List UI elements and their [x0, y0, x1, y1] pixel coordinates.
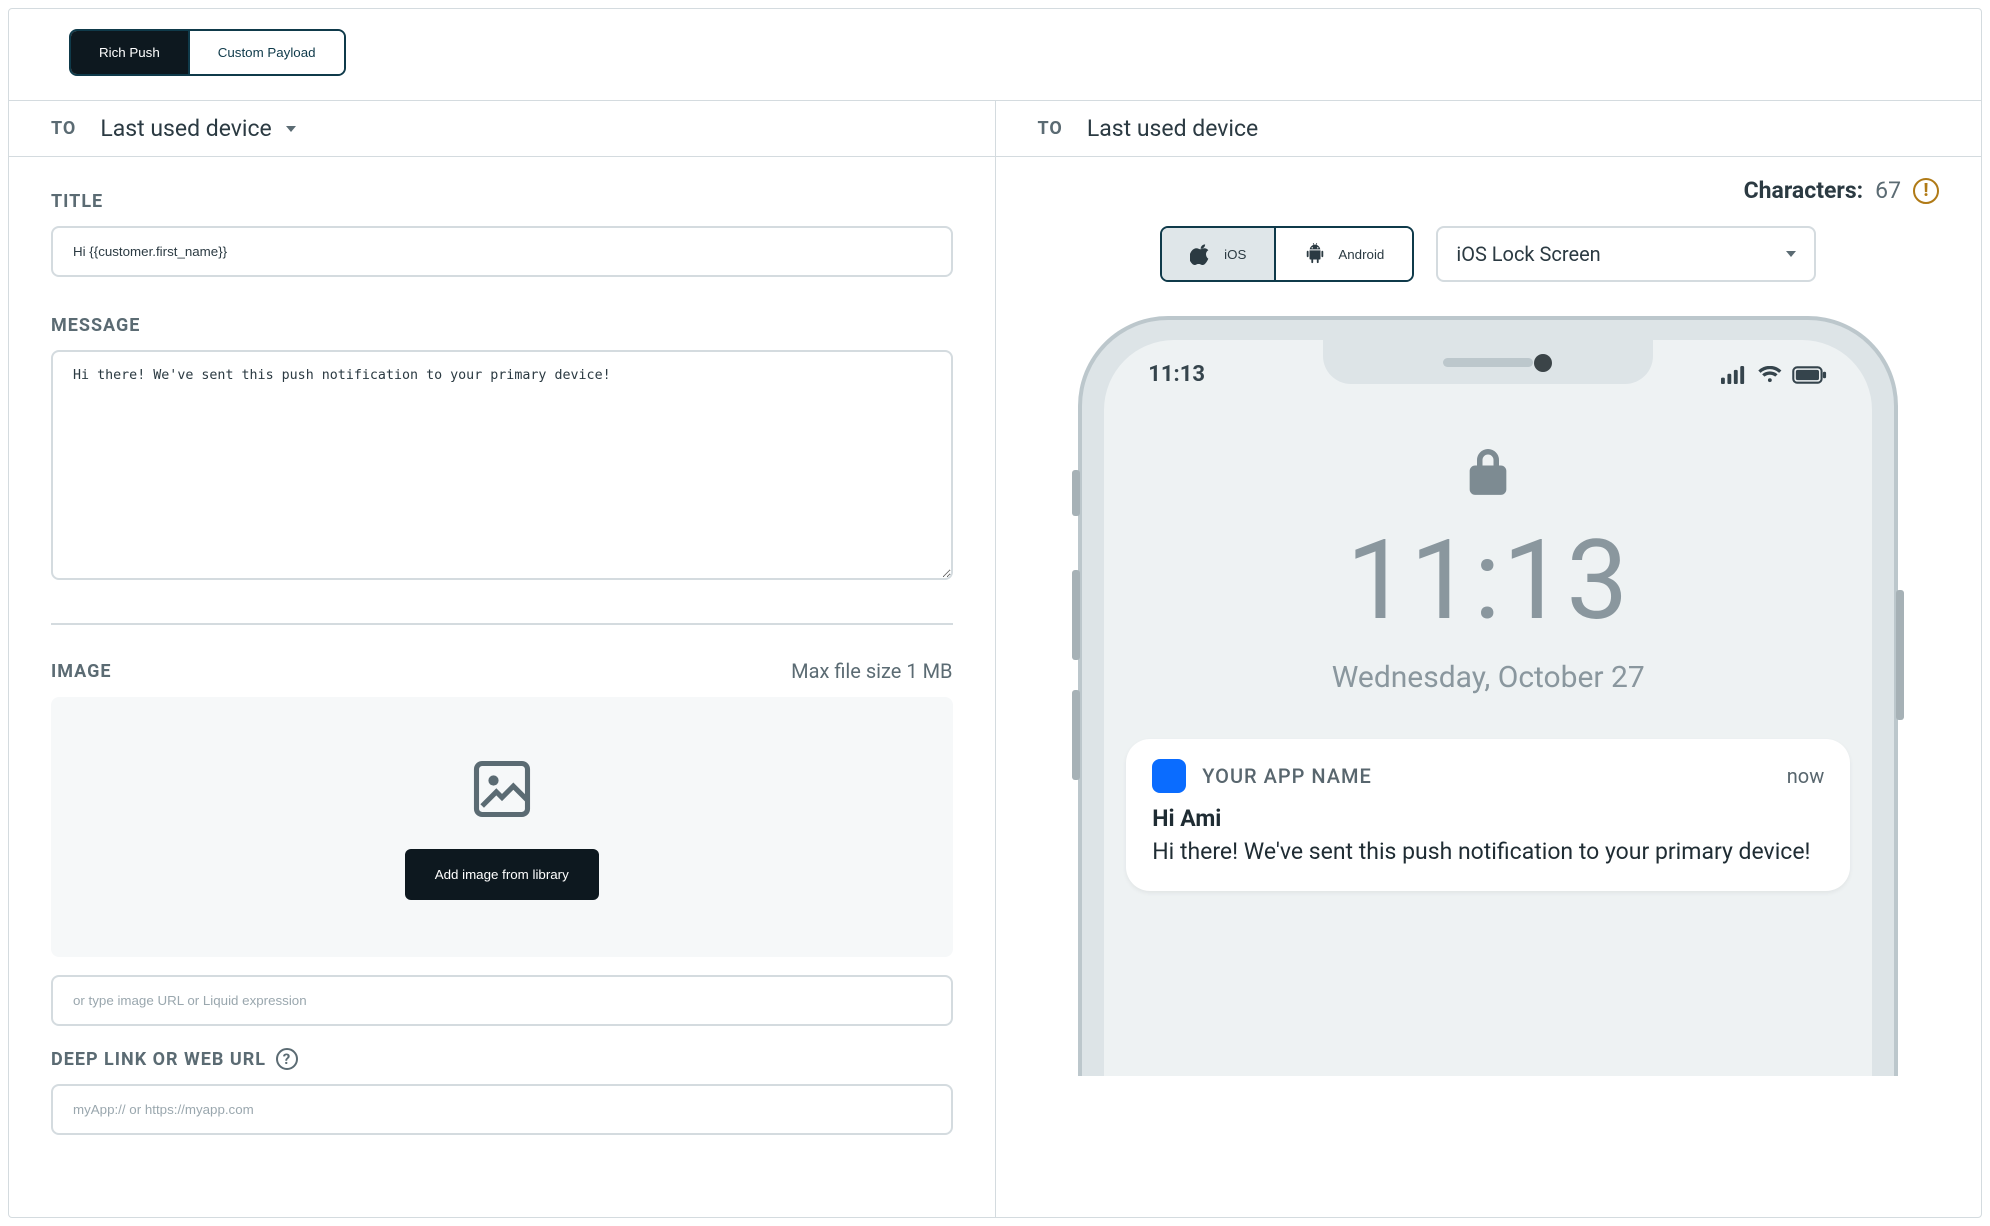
warning-icon: !: [1913, 178, 1939, 204]
to-preview-label: TO: [1038, 118, 1063, 139]
status-time: 11:13: [1148, 362, 1205, 387]
notification-title: Hi Ami: [1152, 805, 1824, 832]
apple-icon: [1190, 243, 1212, 265]
image-icon: [468, 755, 536, 823]
add-image-button[interactable]: Add image from library: [405, 849, 599, 900]
push-composer: Rich Push Custom Payload TO Last used de…: [8, 8, 1982, 1218]
tab-rich-push[interactable]: Rich Push: [71, 31, 188, 74]
chevron-down-icon: [1786, 251, 1796, 257]
platform-ios[interactable]: iOS: [1162, 228, 1274, 280]
wifi-icon: [1757, 366, 1783, 384]
image-url-input[interactable]: [51, 975, 953, 1026]
lock-icon: [1466, 445, 1510, 497]
title-input[interactable]: [51, 226, 953, 277]
notification-message: Hi there! We've sent this push notificat…: [1152, 836, 1824, 867]
preview-pane: Characters: 67 ! iOS: [996, 157, 1982, 1217]
to-device-select[interactable]: Last used device: [100, 115, 295, 142]
lock-date: Wednesday, October 27: [1104, 660, 1872, 695]
lock-screen: 11:13 Wednesday, October 27: [1104, 445, 1872, 695]
image-dropzone[interactable]: Add image from library: [51, 697, 953, 957]
phone-screen: 11:13: [1104, 340, 1872, 1076]
notification-time: now: [1787, 764, 1824, 788]
deeplink-input[interactable]: [51, 1084, 953, 1135]
to-device-value: Last used device: [100, 115, 271, 142]
phone-camera: [1534, 354, 1552, 372]
lock-time: 11:13: [1104, 526, 1872, 636]
app-icon: [1152, 759, 1186, 793]
message-textarea[interactable]: [51, 350, 953, 580]
help-icon[interactable]: ?: [276, 1048, 298, 1070]
composer-body: TITLE MESSAGE IMAGE Max file size 1 MB: [9, 157, 1981, 1217]
to-preview-value: Last used device: [1087, 115, 1258, 142]
title-label: TITLE: [51, 191, 953, 212]
preview-view-value: iOS Lock Screen: [1456, 242, 1600, 266]
tab-custom-payload[interactable]: Custom Payload: [188, 31, 344, 74]
deeplink-label: DEEP LINK OR WEB URL: [51, 1049, 266, 1070]
platform-toggle: iOS Android: [1160, 226, 1414, 282]
phone-side-button: [1072, 690, 1080, 780]
phone-notch: [1323, 340, 1653, 384]
phone-frame: 11:13: [1078, 316, 1898, 1076]
divider: [51, 623, 953, 625]
signal-icon: [1721, 366, 1747, 384]
message-label: MESSAGE: [51, 315, 953, 336]
phone-side-button: [1896, 590, 1904, 720]
to-row: TO Last used device TO Last used device: [9, 101, 1981, 157]
to-label: TO: [51, 118, 76, 139]
platform-android[interactable]: Android: [1274, 228, 1412, 280]
notification-card: YOUR APP NAME now Hi Ami Hi there! We've…: [1126, 739, 1850, 891]
character-count: Characters: 67 !: [1038, 177, 1940, 204]
chevron-down-icon: [286, 126, 296, 132]
phone-side-button: [1072, 470, 1080, 516]
image-size-hint: Max file size 1 MB: [791, 659, 952, 683]
image-label: IMAGE: [51, 661, 112, 682]
battery-icon: [1792, 366, 1828, 384]
android-icon: [1304, 243, 1326, 265]
characters-label: Characters:: [1744, 177, 1864, 204]
preview-view-select[interactable]: iOS Lock Screen: [1436, 226, 1816, 282]
characters-value: 67: [1875, 177, 1901, 204]
phone-side-button: [1072, 570, 1080, 660]
notification-app-name: YOUR APP NAME: [1202, 764, 1372, 788]
editor-pane: TITLE MESSAGE IMAGE Max file size 1 MB: [9, 157, 996, 1217]
composer-type-tabs: Rich Push Custom Payload: [9, 9, 1981, 101]
